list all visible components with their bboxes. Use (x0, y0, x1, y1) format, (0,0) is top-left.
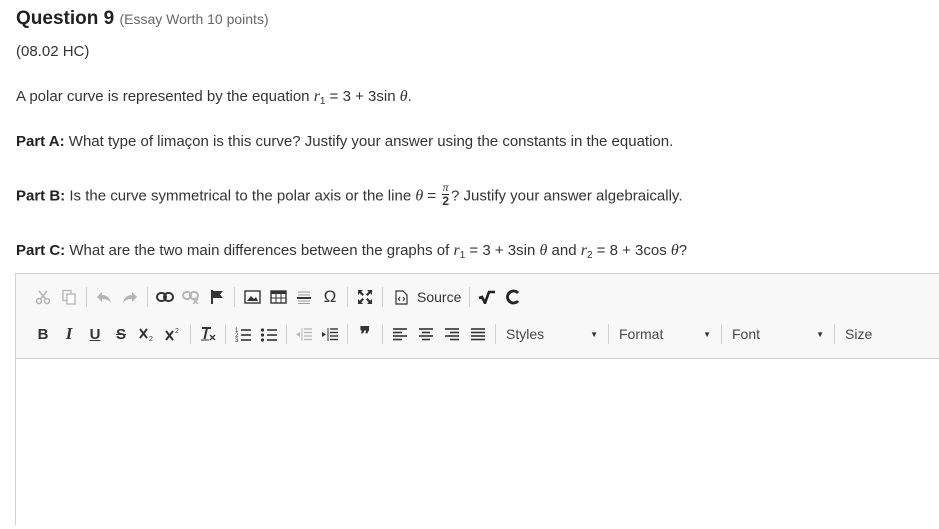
toolbar-separator (382, 287, 383, 307)
question-worth: (Essay Worth 10 points) (119, 11, 269, 27)
question-title: Question 9 (Essay Worth 10 points) (16, 8, 269, 30)
part-a-text: What type of limaçon is this curve? Just… (64, 133, 674, 150)
superscript-icon[interactable]: 2 (160, 321, 186, 347)
decrease-indent-icon[interactable] (291, 321, 317, 347)
italic-button[interactable]: I (56, 321, 82, 347)
subscript-icon[interactable]: 2 (134, 321, 160, 347)
part-b: Part B: Is the curve symmetrical to the … (16, 180, 683, 208)
special-character-omega-icon[interactable]: Ω (317, 284, 343, 310)
image-icon[interactable] (239, 284, 265, 310)
horizontal-line-icon[interactable] (291, 284, 317, 310)
toolbar-row-2: B I U S 2 2 123 ❞ Styles ▼ Format ▼ Font… (16, 319, 889, 349)
part-a-label: Part A: (16, 133, 65, 150)
styles-dropdown-label: Styles (506, 326, 545, 342)
maximize-icon[interactable] (352, 284, 378, 310)
toolbar-separator (721, 324, 722, 344)
undo-icon[interactable] (91, 284, 117, 310)
svg-text:3: 3 (235, 338, 239, 342)
bulleted-list-icon[interactable] (256, 321, 282, 347)
unlink-icon[interactable] (178, 284, 204, 310)
chevron-down-icon: ▼ (703, 329, 711, 339)
size-dropdown-label: Size (845, 326, 873, 342)
part-a: Part A: What type of limaçon is this cur… (16, 133, 673, 150)
toolbar-separator (347, 287, 348, 307)
toolbar-separator (834, 324, 835, 344)
chevron-down-icon: ▼ (816, 329, 824, 339)
numbered-list-icon[interactable]: 123 (230, 321, 256, 347)
chemistry-c-icon[interactable] (500, 284, 526, 310)
question-number: Question 9 (16, 8, 115, 29)
link-icon[interactable] (152, 284, 178, 310)
redo-icon[interactable] (117, 284, 143, 310)
svg-text:2: 2 (149, 336, 153, 342)
essay-answer-textarea[interactable] (16, 359, 939, 529)
question-intro: A polar curve is represented by the equa… (16, 88, 412, 107)
toolbar-separator (347, 324, 348, 344)
table-icon[interactable] (265, 284, 291, 310)
pi-over-two-fraction: π2 (442, 180, 449, 208)
part-c: Part C: What are the two main difference… (16, 242, 688, 261)
toolbar-separator (495, 324, 496, 344)
font-dropdown[interactable]: Font ▼ (726, 321, 830, 347)
editor-toolbar: Ω Source B I U S 2 2 1 2 3 ❞ Styles ▼ Fo… (16, 274, 939, 359)
align-right-icon[interactable] (439, 321, 465, 347)
math-sqrt-icon[interactable] (474, 284, 500, 310)
part-c-text: What are the two main differences betwee… (65, 242, 454, 259)
underline-button[interactable]: U (82, 321, 108, 347)
question-code: (08.02 HC) (16, 43, 90, 60)
strikethrough-button[interactable]: S (108, 321, 134, 347)
format-dropdown[interactable]: Format ▼ (613, 321, 717, 347)
part-b-label: Part B: (16, 187, 66, 205)
svg-text:2: 2 (175, 328, 179, 335)
toolbar-separator (469, 287, 471, 307)
source-icon[interactable] (387, 284, 413, 310)
justify-icon[interactable] (465, 321, 491, 347)
rich-text-editor: Ω Source B I U S 2 2 1 2 3 ❞ Styles ▼ Fo… (15, 273, 939, 529)
styles-dropdown[interactable]: Styles ▼ (500, 321, 604, 347)
toolbar-row-1: Ω Source (16, 282, 526, 312)
align-left-icon[interactable] (387, 321, 413, 347)
anchor-flag-icon[interactable] (204, 284, 230, 310)
blockquote-icon[interactable]: ❞ (352, 321, 378, 347)
source-button[interactable]: Source (413, 289, 465, 305)
toolbar-separator (234, 287, 235, 307)
part-b-text: Is the curve symmetrical to the polar ax… (65, 187, 416, 205)
bold-button[interactable]: B (30, 321, 56, 347)
toolbar-separator (382, 324, 383, 344)
font-dropdown-label: Font (732, 326, 761, 342)
increase-indent-icon[interactable] (317, 321, 343, 347)
part-c-label: Part C: (16, 242, 66, 259)
cut-icon[interactable] (30, 284, 56, 310)
remove-format-icon[interactable] (195, 321, 221, 347)
toolbar-separator (86, 287, 87, 307)
toolbar-separator (286, 324, 287, 344)
size-dropdown[interactable]: Size (839, 321, 889, 347)
copy-icon[interactable] (56, 284, 82, 310)
toolbar-separator (190, 324, 191, 344)
toolbar-separator (225, 324, 226, 344)
toolbar-separator (147, 287, 148, 307)
align-center-icon[interactable] (413, 321, 439, 347)
chevron-down-icon: ▼ (590, 329, 598, 339)
toolbar-separator (608, 324, 609, 344)
format-dropdown-label: Format (619, 326, 664, 342)
